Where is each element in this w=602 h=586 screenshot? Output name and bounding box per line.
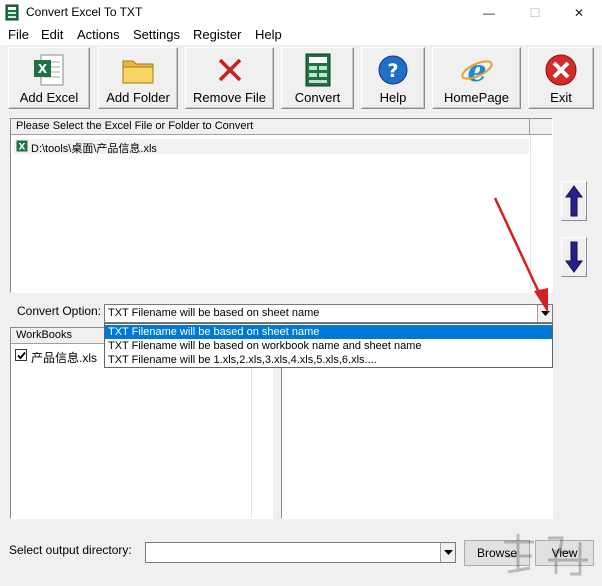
workbook-checkbox[interactable] <box>15 349 27 361</box>
file-list-header: Please Select the Excel File or Folder t… <box>11 119 530 135</box>
svg-text:X: X <box>38 62 48 76</box>
exit-icon <box>545 54 577 86</box>
arrow-down-icon <box>565 241 583 273</box>
menu-edit[interactable]: Edit <box>41 27 63 42</box>
menu-help[interactable]: Help <box>255 27 282 42</box>
folder-icon <box>122 60 154 84</box>
app-icon <box>5 4 19 21</box>
move-down-button[interactable] <box>561 237 587 277</box>
window-title: Convert Excel To TXT <box>26 5 143 19</box>
menu-settings[interactable]: Settings <box>133 27 180 42</box>
watermark-logo-icon <box>504 534 588 576</box>
option-numbered[interactable]: TXT Filename will be 1.xls,2.xls,3.xls,4… <box>105 353 552 367</box>
app-window: Convert Excel To TXT — ☐ ✕ File Edit Act… <box>0 0 602 586</box>
file-path: D:\tools\桌面\产品信息.xls <box>31 143 157 155</box>
excel-convert-icon <box>305 53 330 87</box>
exit-label: Exit <box>550 90 572 105</box>
convert-label: Convert <box>294 90 341 105</box>
remove-file-button[interactable]: Remove File <box>185 47 274 109</box>
menu-register[interactable]: Register <box>193 27 241 42</box>
title-bar: Convert Excel To TXT — ☐ ✕ <box>0 0 602 26</box>
homepage-label: HomePage <box>443 90 510 105</box>
exit-button[interactable]: Exit <box>528 47 594 109</box>
check-icon <box>17 351 26 360</box>
homepage-button[interactable]: e HomePage <box>432 47 521 109</box>
remove-x-icon <box>218 58 241 82</box>
convert-option-value: TXT Filename will be based on sheet name <box>108 307 320 319</box>
convert-button[interactable]: Convert <box>281 47 354 109</box>
svg-text:?: ? <box>387 60 398 82</box>
svg-text:X: X <box>19 143 26 153</box>
option-workbook-and-sheet-name[interactable]: TXT Filename will be based on workbook n… <box>105 339 552 353</box>
output-directory-label: Select output directory: <box>9 543 132 557</box>
file-list-header-extra <box>530 119 552 135</box>
column-divider <box>251 344 252 518</box>
menu-bar: File Edit Actions Settings Register Help <box>0 26 602 45</box>
add-excel-button[interactable]: X Add Excel <box>8 47 90 109</box>
help-question-icon: ? <box>378 55 408 85</box>
annotation-arrow-icon <box>493 197 548 313</box>
file-list-pane[interactable]: Please Select the Excel File or Folder t… <box>10 118 553 293</box>
internet-explorer-icon: e <box>460 54 493 88</box>
menu-file[interactable]: File <box>8 27 29 42</box>
xls-file-icon: X <box>16 140 28 152</box>
convert-option-select[interactable]: TXT Filename will be based on sheet name <box>104 304 553 323</box>
file-row[interactable]: X D:\tools\桌面\产品信息.xls <box>14 139 529 155</box>
remove-file-label: Remove File <box>193 90 266 105</box>
add-folder-label: Add Folder <box>106 90 170 105</box>
output-directory-input[interactable] <box>145 542 456 563</box>
excel-file-icon: X <box>34 54 64 86</box>
help-button[interactable]: ? Help <box>361 47 425 109</box>
output-directory-dropdown-button[interactable] <box>440 543 455 562</box>
workbook-name: 产品信息.xls <box>31 351 98 365</box>
convert-option-label: Convert Option: <box>17 304 102 318</box>
menu-actions[interactable]: Actions <box>77 27 120 42</box>
toolbar: X Add Excel Add Folder Remove File Conve… <box>0 45 602 112</box>
svg-text:e: e <box>467 54 486 88</box>
add-excel-label: Add Excel <box>19 90 79 105</box>
chevron-down-icon <box>444 550 453 555</box>
minimize-button[interactable]: — <box>466 0 512 26</box>
convert-option-list[interactable]: TXT Filename will be based on sheet name… <box>104 323 553 368</box>
close-button[interactable]: ✕ <box>556 0 602 26</box>
arrow-up-icon <box>565 185 583 217</box>
help-label: Help <box>379 90 407 105</box>
maximize-button[interactable]: ☐ <box>512 0 558 26</box>
add-folder-button[interactable]: Add Folder <box>98 47 178 109</box>
option-sheet-name[interactable]: TXT Filename will be based on sheet name <box>105 325 552 339</box>
move-up-button[interactable] <box>561 181 587 221</box>
